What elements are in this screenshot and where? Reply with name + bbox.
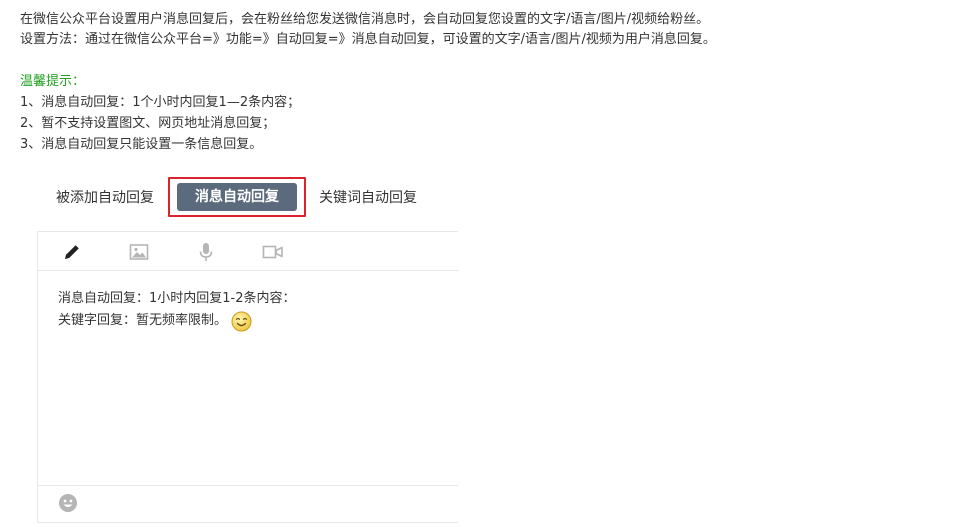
tip-item-2: 2、暂不支持设置图文、网页地址消息回复； [20, 116, 276, 131]
tab-added-auto-reply[interactable]: 被添加自动回复 [56, 177, 154, 219]
tab-message-auto-reply[interactable]: 消息自动回复 [177, 183, 297, 211]
tips-title: 温馨提示： [20, 74, 86, 89]
editor-footer [38, 485, 458, 522]
pencil-icon[interactable] [61, 241, 83, 263]
microphone-icon[interactable] [195, 241, 217, 263]
reply-editor: 消息自动回复：1小时内回复1-2条内容： 关键字回复：暂无频率限制。 [37, 231, 458, 523]
reply-type-tabs: 被添加自动回复 消息自动回复 关键词自动回复 [38, 177, 458, 219]
intro-line-2: 设置方法：通过在微信公众平台=》功能=》自动回复=》消息自动回复，可设置的文字/… [20, 32, 716, 47]
content-line-2-wrap: 关键字回复：暂无频率限制。 [58, 310, 296, 332]
content-line-2: 关键字回复：暂无频率限制。 [58, 313, 228, 328]
tips-section: 温馨提示： 1、消息自动回复：1个小时内回复1—2条内容； 2、暂不支持设置图文… [20, 71, 940, 155]
tab-keyword-auto-reply[interactable]: 关键词自动回复 [319, 177, 417, 219]
tip-item-3: 3、消息自动回复只能设置一条信息回复。 [20, 137, 263, 152]
tip-item-1: 1、消息自动回复：1个小时内回复1—2条内容； [20, 95, 301, 110]
intro-text: 在微信公众平台设置用户消息回复后，会在粉丝给您发送微信消息时，会自动回复您设置的… [20, 10, 940, 50]
image-icon[interactable] [128, 241, 150, 263]
editor-toolbar [38, 232, 458, 271]
smiley-face-icon [231, 311, 252, 332]
content-line-1: 消息自动回复：1小时内回复1-2条内容： [58, 291, 296, 306]
active-tab-highlight: 消息自动回复 [168, 177, 306, 217]
video-camera-icon[interactable] [262, 241, 284, 263]
emoji-icon[interactable] [58, 493, 78, 513]
intro-line-1: 在微信公众平台设置用户消息回复后，会在粉丝给您发送微信消息时，会自动回复您设置的… [20, 12, 710, 27]
reply-content[interactable]: 消息自动回复：1小时内回复1-2条内容： 关键字回复：暂无频率限制。 [58, 288, 296, 332]
